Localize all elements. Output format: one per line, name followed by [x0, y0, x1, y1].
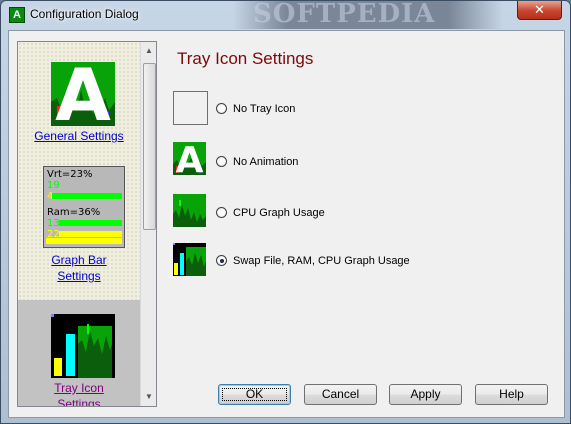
radio-label: No Animation: [233, 156, 299, 168]
tray-bars-icon: [51, 314, 115, 378]
svg-text:A: A: [176, 142, 204, 175]
blank-icon: [173, 91, 208, 125]
sidebar-item-graph-bar-settings[interactable]: Vrt=23% 19 4 Ram=36% 13 22 Graph Bar Sett…: [18, 166, 140, 296]
radio-label: CPU Graph Usage: [233, 207, 325, 219]
radio-label: No Tray Icon: [233, 103, 296, 115]
cancel-button[interactable]: Cancel: [304, 384, 377, 405]
sidebar-item-general-settings[interactable]: A General Settings: [18, 62, 140, 154]
close-button[interactable]: ✕: [517, 1, 562, 20]
configuration-dialog-window: A Configuration Dialog SOFTPEDIA ✕ A Gen…: [0, 0, 571, 424]
scroll-up-arrow-icon[interactable]: ▲: [141, 42, 157, 59]
sidebar-list: A General Settings Vrt=23% 19 4 Ram=36% …: [18, 42, 140, 406]
radio-button[interactable]: [216, 156, 227, 167]
title-bar[interactable]: A Configuration Dialog SOFTPEDIA ✕: [1, 0, 570, 29]
page-title: Tray Icon Settings: [177, 49, 314, 68]
settings-sidebar: A General Settings Vrt=23% 19 4 Ram=36% …: [17, 41, 157, 407]
window-title: Configuration Dialog: [30, 7, 139, 21]
graph-bar-preview-icon: Vrt=23% 19 4 Ram=36% 13 22: [43, 166, 125, 248]
scrollbar-thumb[interactable]: [143, 63, 156, 230]
sidebar-item-label: Tray Icon Settings: [54, 381, 104, 406]
green-a-icon: A: [173, 142, 206, 175]
swap-ram-cpu-icon: [173, 243, 206, 276]
apply-button[interactable]: Apply: [389, 384, 462, 405]
dialog-client-area: A General Settings Vrt=23% 19 4 Ram=36% …: [8, 30, 565, 418]
green-a-icon: A: [51, 62, 115, 126]
radio-button[interactable]: [216, 255, 227, 266]
ok-button[interactable]: OK: [218, 384, 291, 405]
cpu-graph-icon: [173, 194, 206, 227]
sidebar-item-tray-icon-settings[interactable]: Tray Icon Settings: [18, 300, 140, 406]
radio-button[interactable]: [216, 207, 227, 218]
radio-label: Swap File, RAM, CPU Graph Usage: [233, 255, 410, 267]
radio-button[interactable]: [216, 103, 227, 114]
sidebar-item-label: Graph Bar Settings: [51, 253, 107, 283]
help-button[interactable]: Help: [475, 384, 548, 405]
watermark: SOFTPEDIA: [233, 0, 503, 29]
sidebar-item-label: General Settings: [34, 129, 124, 143]
sidebar-scrollbar[interactable]: ▲ ▼: [140, 42, 156, 406]
close-icon: ✕: [534, 2, 545, 17]
app-icon: A: [9, 7, 25, 23]
scroll-down-arrow-icon[interactable]: ▼: [141, 388, 157, 405]
